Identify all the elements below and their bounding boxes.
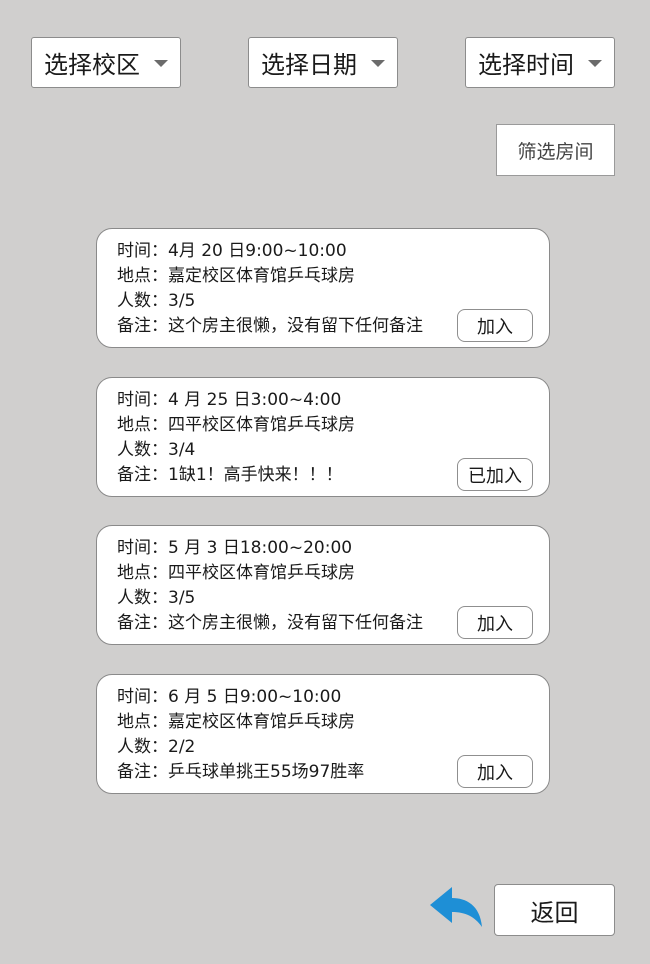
room-note: 备注：这个房主很懒，没有留下任何备注 — [117, 613, 423, 633]
room-location: 地点：嘉定校区体育馆乒乓球房 — [117, 266, 355, 286]
chevron-down-icon — [154, 60, 168, 67]
campus-select-label: 选择校区 — [44, 51, 140, 79]
back-button[interactable]: 返回 — [494, 884, 615, 936]
room-card: 时间：5 月 3 日18:00~20:00 地点：四平校区体育馆乒乓球房 人数：… — [96, 525, 550, 645]
room-location: 地点：四平校区体育馆乒乓球房 — [117, 415, 355, 435]
room-note: 备注：1缺1！高手快来！！！ — [117, 465, 343, 485]
room-time: 时间：6 月 5 日9:00~10:00 — [117, 687, 342, 707]
join-button[interactable]: 加入 — [457, 755, 533, 788]
date-select[interactable]: 选择日期 — [248, 37, 398, 88]
room-location: 地点：四平校区体育馆乒乓球房 — [117, 563, 355, 583]
room-people: 人数：3/5 — [117, 588, 196, 608]
room-people: 人数：3/5 — [117, 291, 196, 311]
join-button[interactable]: 加入 — [457, 606, 533, 639]
room-card: 时间：6 月 5 日9:00~10:00 地点：嘉定校区体育馆乒乓球房 人数：2… — [96, 674, 550, 794]
room-note: 备注：乒乓球单挑王55场97胜率 — [117, 762, 365, 782]
date-select-label: 选择日期 — [261, 51, 357, 79]
chevron-down-icon — [588, 60, 602, 67]
time-select-label: 选择时间 — [478, 51, 574, 79]
join-button[interactable]: 加入 — [457, 309, 533, 342]
room-time: 时间：5 月 3 日18:00~20:00 — [117, 538, 353, 558]
room-people: 人数：2/2 — [117, 737, 196, 757]
campus-select[interactable]: 选择校区 — [31, 37, 181, 88]
chevron-down-icon — [371, 60, 385, 67]
room-card: 时间：4月 20 日9:00~10:00 地点：嘉定校区体育馆乒乓球房 人数：3… — [96, 228, 550, 348]
filter-rooms-button[interactable]: 筛选房间 — [496, 124, 615, 176]
room-people: 人数：3/4 — [117, 440, 196, 460]
joined-button[interactable]: 已加入 — [457, 458, 533, 491]
time-select[interactable]: 选择时间 — [465, 37, 615, 88]
undo-arrow-icon[interactable] — [428, 885, 484, 929]
room-time: 时间：4月 20 日9:00~10:00 — [117, 241, 347, 261]
room-location: 地点：嘉定校区体育馆乒乓球房 — [117, 712, 355, 732]
room-time: 时间：4 月 25 日3:00~4:00 — [117, 390, 342, 410]
room-note: 备注：这个房主很懒，没有留下任何备注 — [117, 316, 423, 336]
room-card: 时间：4 月 25 日3:00~4:00 地点：四平校区体育馆乒乓球房 人数：3… — [96, 377, 550, 497]
